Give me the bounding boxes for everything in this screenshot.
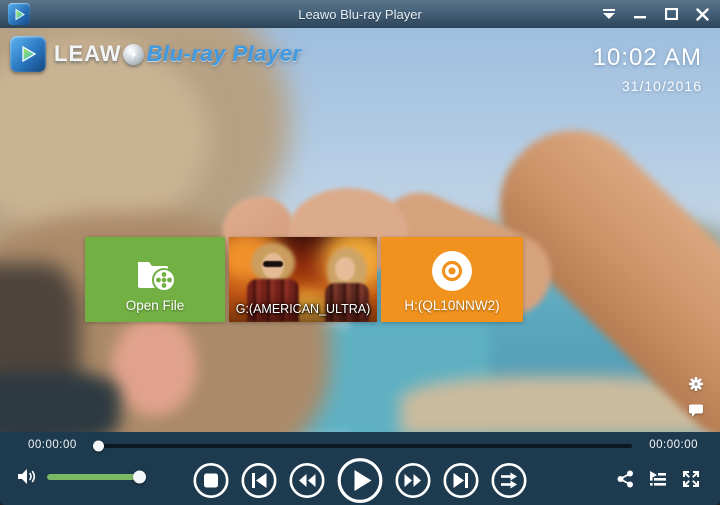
- app-window: Leawo Blu-ray Player LEAW Blu-ray Player…: [0, 0, 720, 505]
- menu-dropdown-icon[interactable]: [597, 3, 621, 25]
- brand-product: Blu-ray Player: [146, 41, 302, 66]
- close-button[interactable]: [690, 3, 714, 25]
- video-viewport: LEAW Blu-ray Player 10:02 AM 31/10/2016: [0, 28, 720, 432]
- seek-knob[interactable]: [93, 440, 105, 452]
- app-icon: [8, 3, 30, 25]
- drive-h-tile[interactable]: H:(QL10NNW2): [381, 237, 523, 322]
- brand-o-badge: [122, 43, 144, 65]
- drive-h-label: H:(QL10NNW2): [404, 298, 500, 313]
- titlebar: Leawo Blu-ray Player: [0, 0, 720, 28]
- seek-bar-fill: [93, 440, 105, 452]
- play-order-button[interactable]: [491, 462, 528, 499]
- volume-slider[interactable]: [47, 470, 147, 483]
- control-bar: 00:00:00 00:00:00: [0, 432, 720, 505]
- open-file-label: Open File: [125, 298, 185, 313]
- clock-time: 10:02 AM: [592, 44, 702, 71]
- open-file-icon: [132, 253, 178, 298]
- brand-name: LEAW: [54, 41, 122, 66]
- playlist-icon[interactable]: [649, 470, 667, 488]
- stop-button[interactable]: [193, 462, 230, 499]
- brand-logo-icon: [10, 36, 46, 72]
- brand-logo: LEAW Blu-ray Player: [10, 36, 302, 72]
- seek-bar[interactable]: [93, 440, 632, 452]
- bg-shoulder: [0, 373, 120, 432]
- minimize-button[interactable]: [628, 3, 652, 25]
- duration-time: 00:00:00: [649, 439, 698, 451]
- settings-gear-icon[interactable]: [688, 376, 704, 392]
- maximize-button[interactable]: [659, 3, 683, 25]
- volume-icon[interactable]: [17, 468, 36, 485]
- play-button[interactable]: [337, 457, 384, 504]
- elapsed-time: 00:00:00: [28, 439, 77, 451]
- rewind-button[interactable]: [289, 462, 326, 499]
- share-icon[interactable]: [616, 470, 634, 488]
- disc-icon: [430, 249, 474, 298]
- fullscreen-icon[interactable]: [682, 470, 700, 488]
- next-button[interactable]: [443, 462, 480, 499]
- volume-knob[interactable]: [133, 470, 147, 483]
- clock: 10:02 AM 31/10/2016: [593, 44, 702, 94]
- fast-forward-button[interactable]: [395, 462, 432, 499]
- open-file-tile[interactable]: Open File: [85, 237, 225, 322]
- volume-fill: [47, 470, 147, 483]
- message-icon[interactable]: [688, 402, 704, 418]
- drive-g-label: G:(AMERICAN_ULTRA): [235, 302, 371, 316]
- drive-g-tile[interactable]: G:(AMERICAN_ULTRA): [229, 237, 377, 322]
- clock-date: 31/10/2016: [621, 78, 702, 94]
- bg-ear: [112, 316, 197, 416]
- previous-button[interactable]: [241, 462, 278, 499]
